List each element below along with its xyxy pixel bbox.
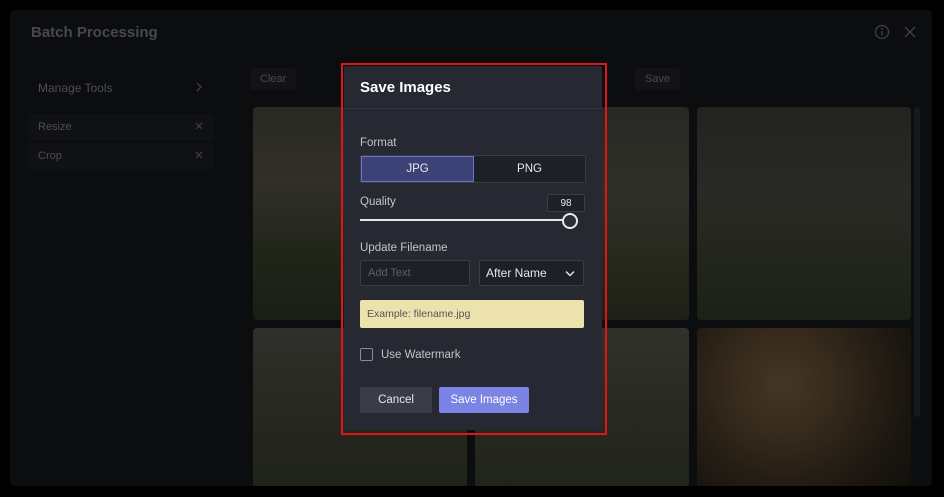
format-png-option[interactable]: PNG [474,156,585,182]
toolbar: Clear [250,68,304,90]
image-thumbnail[interactable] [697,107,911,320]
window-controls [874,24,918,45]
format-label: Format [360,137,397,149]
tool-chip-crop[interactable]: Crop [28,143,213,169]
quality-slider[interactable] [360,213,578,229]
dialog-title: Save Images [344,66,602,109]
format-toggle: JPG PNG [360,155,586,183]
quality-slider-thumb[interactable] [561,213,578,229]
image-thumbnail[interactable] [697,328,911,486]
tool-chip-resize[interactable]: Resize [28,114,213,140]
cancel-button[interactable]: Cancel [360,387,432,413]
watermark-checkbox[interactable] [360,348,373,361]
gallery-scrollbar[interactable] [914,107,920,417]
filename-position-select[interactable]: After Name [479,260,584,286]
remove-icon[interactable] [195,121,203,133]
save-images-dialog: Save Images Format JPG PNG Quality 98 Up… [344,66,602,430]
save-images-button[interactable]: Save Images [439,387,529,413]
close-icon[interactable] [902,24,918,45]
quality-value[interactable]: 98 [547,194,585,212]
update-filename-label: Update Filename [360,242,448,254]
tool-list: Resize Crop [28,114,213,169]
quality-slider-fill [360,219,568,221]
format-jpg-option[interactable]: JPG [361,156,474,182]
chevron-down-icon [565,266,575,280]
chevron-right-icon [195,81,203,95]
tool-label: Resize [38,121,72,133]
watermark-option[interactable]: Use Watermark [360,348,460,361]
select-value: After Name [486,266,547,280]
manage-tools-item[interactable]: Manage Tools [28,72,213,104]
watermark-label: Use Watermark [381,348,461,361]
manage-tools-label: Manage Tools [38,81,113,95]
window-title: Batch Processing [31,24,158,41]
remove-icon[interactable] [195,150,203,162]
info-icon[interactable] [874,24,890,45]
clear-button[interactable]: Clear [250,68,297,90]
filename-text-input[interactable] [360,260,470,286]
tool-label: Crop [38,150,62,162]
filename-example: Example: filename.jpg [360,300,584,328]
quality-label: Quality [360,196,396,208]
save-button[interactable]: Save [635,68,681,90]
sidebar: Manage Tools Resize Crop [28,72,213,169]
